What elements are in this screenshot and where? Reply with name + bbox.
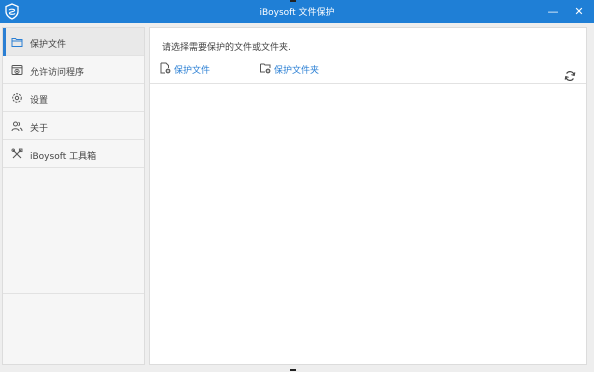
sidebar-item-label: 允许访问程序 xyxy=(30,68,85,78)
sidebar-item-settings[interactable]: 设置 xyxy=(3,84,144,112)
sidebar-item-label: 设置 xyxy=(30,96,49,106)
sidebar-item-toolbox[interactable]: iBoysoft 工具箱 xyxy=(3,140,144,168)
protect-file-label: 保护文件 xyxy=(174,66,211,76)
sidebar-item-label: 保护文件 xyxy=(30,40,67,50)
resize-handle-top xyxy=(290,0,296,2)
main-panel: 请选择需要保护的文件或文件夹. 保护文件 保护文件夹 xyxy=(149,27,587,365)
sidebar-item-about[interactable]: 关于 xyxy=(3,112,144,140)
instruction-text: 请选择需要保护的文件或文件夹. xyxy=(162,43,291,53)
protect-file-button[interactable]: 保护文件 xyxy=(160,62,230,76)
add-file-icon xyxy=(160,62,171,74)
window-title: iBoysoft 文件保护 xyxy=(259,8,335,18)
folder-icon xyxy=(11,38,23,47)
gear-icon xyxy=(12,93,22,103)
resize-handle-bottom xyxy=(290,369,296,371)
title-bar: iBoysoft 文件保护 — ✕ xyxy=(0,0,594,23)
sidebar: 保护文件 允许访问程序 设置 关于 iBoysoft 工具箱 xyxy=(2,27,145,365)
sidebar-item-label: 关于 xyxy=(30,124,49,134)
active-indicator xyxy=(3,28,6,56)
sidebar-item-label: iBoysoft 工具箱 xyxy=(30,152,97,162)
close-button[interactable]: ✕ xyxy=(566,0,592,23)
add-app-icon xyxy=(11,65,23,75)
minimize-button[interactable]: — xyxy=(540,0,566,23)
protect-folder-button[interactable]: 保护文件夹 xyxy=(260,62,340,76)
users-icon xyxy=(11,121,23,132)
sidebar-item-allowed-apps[interactable]: 允许访问程序 xyxy=(3,56,144,84)
tools-icon xyxy=(11,148,23,159)
sidebar-divider xyxy=(3,293,144,294)
sidebar-item-protect-files[interactable]: 保护文件 xyxy=(3,28,144,56)
protect-folder-label: 保护文件夹 xyxy=(274,66,320,76)
refresh-icon[interactable] xyxy=(564,70,576,82)
file-list-divider xyxy=(150,83,586,84)
add-folder-icon xyxy=(260,63,271,74)
